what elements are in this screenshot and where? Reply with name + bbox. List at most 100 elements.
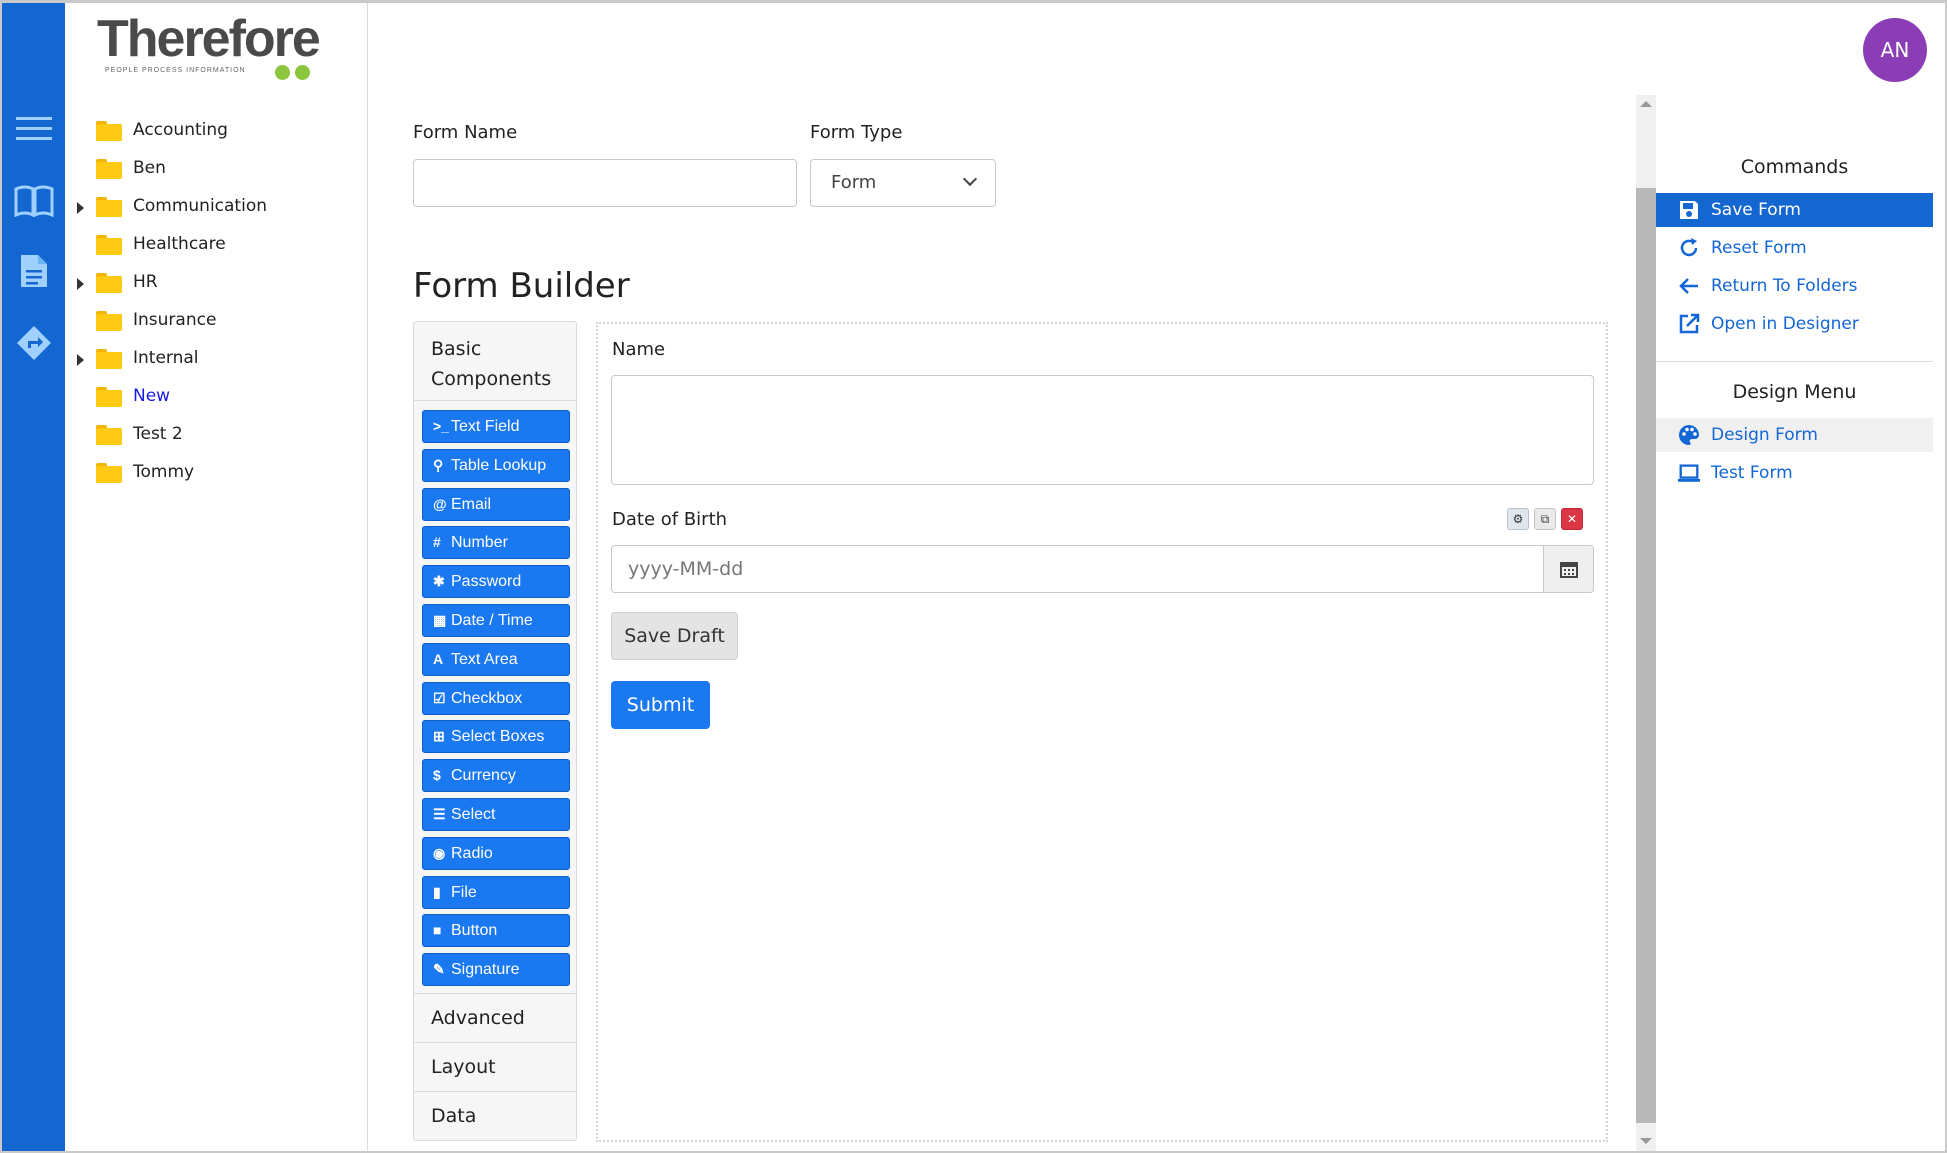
logo-text: Therefore: [97, 10, 321, 68]
component-label: Text Area: [451, 650, 518, 668]
design-form-command[interactable]: Design Form: [1656, 418, 1933, 452]
component-button[interactable]: ◉ Radio: [422, 836, 570, 870]
component-icon: ✎: [433, 961, 445, 978]
divider: [1656, 361, 1933, 362]
component-button[interactable]: ▦ Date / Time: [422, 604, 570, 637]
expand-arrow-icon[interactable]: [77, 354, 84, 366]
document-icon[interactable]: [12, 249, 56, 293]
folder-icon: [96, 463, 122, 483]
component-icon: #: [433, 534, 441, 551]
reset-icon: [1677, 236, 1701, 260]
scroll-up-arrow-icon[interactable]: [1640, 101, 1652, 107]
calendar-icon[interactable]: [1543, 546, 1593, 592]
component-button[interactable]: A Text Area: [422, 642, 570, 676]
folder-icon: [96, 387, 122, 407]
folder-icon: [96, 273, 122, 293]
scrollbar-thumb[interactable]: [1636, 188, 1656, 1123]
save-draft-button[interactable]: Save Draft: [611, 612, 738, 660]
component-label: Radio: [451, 844, 493, 862]
name-textarea[interactable]: [611, 375, 1594, 485]
return-to-folders-command[interactable]: Return To Folders: [1656, 269, 1933, 303]
components-palette: Basic Components >_ Text Field ⚲ Table Look…: [413, 321, 577, 1141]
folder-icon: [96, 425, 122, 445]
section-data[interactable]: Data: [414, 1091, 576, 1140]
vertical-scrollbar[interactable]: [1636, 95, 1656, 1151]
reset-form-command[interactable]: Reset Form: [1656, 231, 1933, 265]
component-button[interactable]: $ Currency: [422, 759, 570, 793]
folder-item[interactable]: Healthcare: [65, 226, 365, 264]
component-button[interactable]: ⊞ Select Boxes: [422, 720, 570, 754]
folder-item[interactable]: HR: [65, 264, 365, 302]
folder-item[interactable]: Insurance: [65, 302, 365, 340]
dob-input[interactable]: yyyy-MM-dd: [611, 545, 1594, 593]
component-icon: A: [433, 650, 444, 667]
user-avatar[interactable]: AN: [1863, 18, 1927, 82]
folder-item[interactable]: Internal: [65, 340, 365, 378]
component-button[interactable]: @ Email: [422, 487, 570, 521]
folder-label: Internal: [133, 348, 199, 368]
component-icon: ■: [433, 922, 442, 939]
palette-icon: [1677, 423, 1701, 447]
component-icon: ▦: [433, 612, 447, 628]
expand-arrow-icon[interactable]: [77, 202, 84, 214]
scroll-down-arrow-icon[interactable]: [1640, 1138, 1652, 1144]
left-rail: [2, 3, 65, 1151]
save-form-command[interactable]: Save Form: [1656, 193, 1933, 227]
component-label: File: [451, 883, 477, 901]
component-label: Select: [451, 806, 496, 823]
folder-item[interactable]: Tommy: [65, 454, 365, 492]
component-icon: >_: [433, 418, 449, 434]
component-label: Text Field: [451, 418, 520, 435]
component-button[interactable]: ✱ Password: [422, 565, 570, 599]
commands-header: Commands: [1740, 156, 1849, 178]
open-in-designer-command[interactable]: Open in Designer: [1656, 307, 1933, 341]
component-icon: ◉: [433, 844, 446, 861]
folder-icon: [96, 197, 122, 217]
folder-item[interactable]: Ben: [65, 150, 365, 188]
component-label: Button: [451, 922, 498, 940]
copy-icon[interactable]: ⧉: [1534, 508, 1556, 530]
section-layout[interactable]: Layout: [414, 1042, 576, 1091]
folder-label: Test 2: [133, 424, 183, 444]
gear-icon[interactable]: ⚙: [1507, 508, 1529, 530]
component-button[interactable]: >_ Text Field: [422, 410, 570, 443]
submit-button[interactable]: Submit: [611, 681, 710, 729]
basic-components-header[interactable]: Basic Components: [414, 322, 576, 401]
form-type-label: Form Type: [810, 122, 903, 143]
dob-field-label: Date of Birth: [612, 509, 728, 530]
folder-label: Healthcare: [133, 234, 226, 254]
open-in-designer-label: Open in Designer: [1711, 314, 1859, 334]
component-button[interactable]: ▮ File: [422, 875, 570, 909]
form-name-input[interactable]: [413, 159, 797, 207]
form-name-label: Form Name: [413, 122, 518, 143]
component-label: Date / Time: [451, 612, 533, 629]
component-button[interactable]: ☑ Checkbox: [422, 681, 570, 715]
form-type-select[interactable]: Form: [810, 159, 996, 207]
folder-icon: [96, 311, 122, 331]
save-form-label: Save Form: [1711, 200, 1801, 220]
folder-label: Tommy: [133, 462, 195, 482]
book-icon[interactable]: [12, 179, 56, 223]
workflow-icon[interactable]: [12, 321, 56, 365]
folder-item[interactable]: Accounting: [65, 112, 365, 150]
component-label: Password: [451, 573, 522, 591]
name-field-label: Name: [612, 339, 666, 360]
component-label: Table Lookup: [451, 456, 547, 474]
section-advanced[interactable]: Advanced: [414, 993, 576, 1042]
component-button[interactable]: ☰ Select: [422, 798, 570, 831]
component-button[interactable]: ✎ Signature: [422, 953, 570, 987]
laptop-icon: [1677, 461, 1701, 485]
folder-item[interactable]: New: [65, 378, 365, 416]
component-button[interactable]: ⚲ Table Lookup: [422, 448, 570, 482]
expand-arrow-icon[interactable]: [77, 278, 84, 290]
menu-icon[interactable]: [12, 107, 56, 151]
component-button[interactable]: # Number: [422, 526, 570, 560]
component-icon: ☰: [433, 806, 446, 822]
folder-item[interactable]: Communication: [65, 188, 365, 226]
dob-placeholder: yyyy-MM-dd: [628, 558, 744, 580]
folder-item[interactable]: Test 2: [65, 416, 365, 454]
component-icon: ☑: [433, 689, 446, 706]
test-form-command[interactable]: Test Form: [1656, 456, 1933, 490]
component-button[interactable]: ■ Button: [422, 914, 570, 948]
close-icon[interactable]: ✕: [1561, 508, 1583, 530]
